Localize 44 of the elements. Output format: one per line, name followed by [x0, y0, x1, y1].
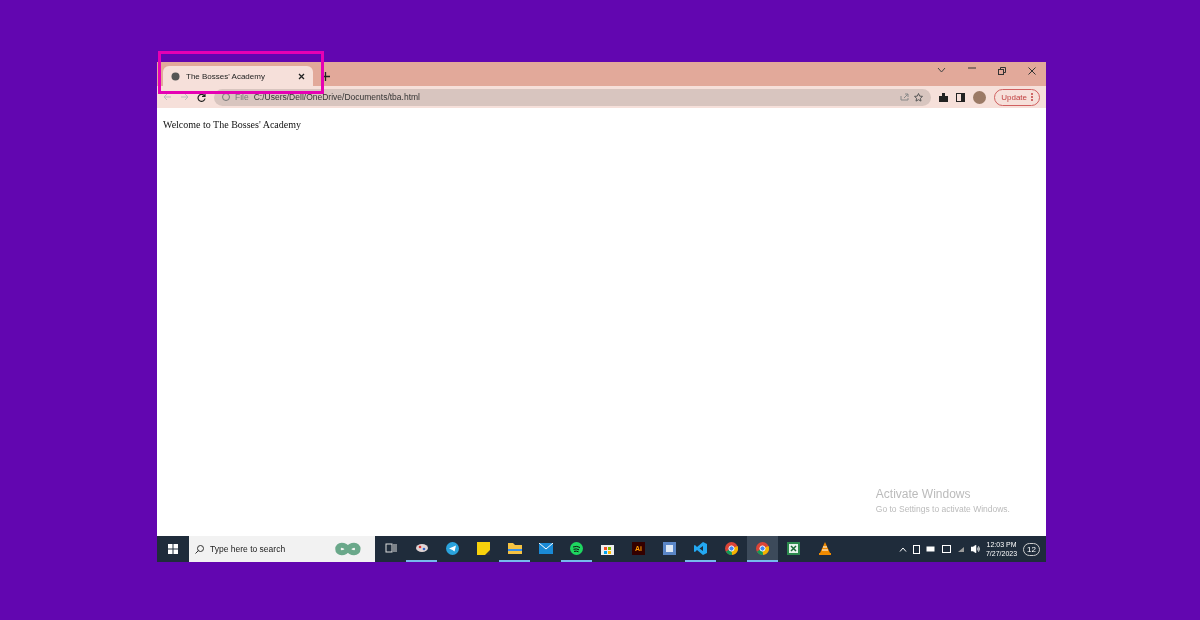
plus-icon — [321, 72, 330, 81]
paper-plane-icon — [446, 541, 459, 555]
windows-logo-icon — [168, 544, 178, 554]
device-icon — [912, 544, 920, 554]
music-disc-icon — [570, 541, 583, 555]
activation-subtitle: Go to Settings to activate Windows. — [875, 504, 1010, 514]
battery-icon — [925, 546, 936, 552]
avatar-icon — [973, 90, 987, 104]
document-icon — [663, 541, 676, 555]
task-view-icon — [384, 542, 397, 554]
chevron-up-icon — [898, 546, 907, 552]
code-editor-icon — [694, 541, 707, 555]
folder-icon — [507, 542, 522, 554]
close-icon — [1028, 67, 1036, 75]
traffic-cone-icon — [818, 541, 831, 555]
welcome-text: Welcome to The Bosses' Academy — [163, 119, 302, 130]
forward-arrow-icon — [180, 93, 189, 101]
share-icon — [900, 93, 910, 101]
url-text: C:/Users/Dell/OneDrive/Documents/tba.html — [253, 92, 421, 102]
spreadsheet-icon — [787, 541, 800, 555]
taskbar-search-field[interactable]: Type here to search — [189, 536, 375, 562]
search-icon — [195, 544, 204, 554]
address-bar[interactable]: File C:/Users/Dell/OneDrive/Documents/tba.html — [214, 88, 932, 106]
back-arrow-icon — [163, 93, 172, 101]
speaker-icon — [970, 545, 980, 553]
activation-title: Activate Windows — [875, 487, 972, 501]
wifi-icon — [956, 545, 965, 553]
star-icon — [914, 92, 924, 102]
browser-icon — [725, 541, 738, 555]
new-tab-button[interactable] — [321, 72, 330, 81]
monitor-icon — [941, 545, 951, 553]
browser-tab[interactable]: The Bosses' Academy — [163, 66, 313, 86]
browser-icon — [756, 541, 769, 555]
side-panel-icon — [956, 92, 966, 102]
reload-icon — [197, 92, 206, 102]
scheme-label: File — [235, 92, 249, 102]
close-icon — [298, 72, 305, 80]
palette-icon — [414, 542, 429, 554]
envelope-icon — [538, 542, 553, 554]
minimize-icon — [968, 67, 976, 69]
sticky-note-icon — [477, 541, 490, 555]
chevron-down-icon — [937, 67, 946, 73]
restore-icon — [998, 67, 1006, 75]
search-placeholder: Type here to search — [210, 544, 287, 554]
